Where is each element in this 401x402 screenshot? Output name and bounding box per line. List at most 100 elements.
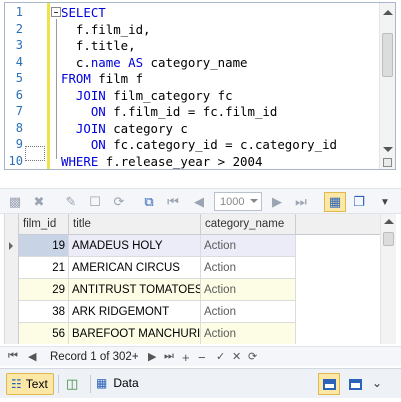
line-number: 3 bbox=[15, 38, 23, 52]
cell-title[interactable]: ARK RIDGEMONT bbox=[69, 301, 201, 323]
cell-category-name[interactable]: Action bbox=[201, 323, 296, 344]
table-row[interactable]: 19 AMADEUS HOLY Action bbox=[5, 235, 296, 257]
data-grid[interactable]: film_id title category_name 19 AMADEUS HO… bbox=[4, 214, 396, 344]
scroll-up-icon[interactable] bbox=[383, 10, 393, 15]
column-header-film-id[interactable]: film_id bbox=[19, 214, 69, 235]
grid-scroll-thumb[interactable] bbox=[383, 232, 394, 246]
sql-text: f.film_id = fc.film_id bbox=[105, 104, 278, 119]
next-page-icon[interactable]: ▶ bbox=[268, 193, 286, 211]
card-view-icon[interactable]: ❐ bbox=[350, 193, 368, 211]
split-editor-icon[interactable] bbox=[383, 158, 392, 167]
sql-keyword: ON bbox=[90, 137, 106, 152]
table-row[interactable]: 38 ARK RIDGEMONT Action bbox=[5, 301, 296, 323]
header-indicator bbox=[5, 214, 19, 235]
single-pane-layout-button[interactable] bbox=[344, 373, 366, 395]
cancel-record-icon[interactable]: ✕ bbox=[232, 350, 241, 363]
sql-text: f.title, bbox=[61, 38, 136, 53]
cell-title[interactable]: AMADEUS HOLY bbox=[69, 235, 201, 257]
sql-text: film f bbox=[90, 71, 144, 86]
cell-category-name[interactable]: Action bbox=[201, 301, 296, 323]
sql-text: fc.category_id = c.category_id bbox=[105, 137, 338, 152]
last-page-icon[interactable]: ⏭ bbox=[292, 193, 310, 211]
grid-toolbar: ▩ ✖ ✎ ☐ ⟳ ⧉ ⏮ ◀ 1000 ▶ ⏭ ▦ ❐ ▼ bbox=[0, 188, 401, 214]
cell-film-id[interactable]: 56 bbox=[19, 323, 69, 344]
code-line: f.title, bbox=[61, 39, 136, 53]
previous-page-icon[interactable]: ◀ bbox=[190, 193, 208, 211]
chevron-down-icon[interactable] bbox=[250, 199, 258, 203]
sql-keyword: FROM bbox=[61, 71, 91, 86]
fold-guide-line bbox=[56, 19, 57, 159]
refresh-icon[interactable]: ⟳ bbox=[248, 350, 257, 363]
cell-film-id[interactable]: 38 bbox=[19, 301, 69, 323]
sql-keyword: WHERE bbox=[61, 153, 99, 169]
previous-record-icon[interactable]: ◀ bbox=[28, 350, 36, 363]
split-horizontal-icon bbox=[322, 378, 336, 390]
grid-vertical-scrollbar[interactable] bbox=[380, 214, 396, 344]
first-record-icon[interactable]: ⏮ bbox=[8, 350, 18, 363]
sql-editor[interactable]: 1 2 3 4 5 6 7 8 9 10 SELECT f.film_id, f.title, c… bbox=[4, 2, 396, 170]
first-page-icon[interactable]: ⏮ bbox=[164, 193, 182, 211]
line-number: 6 bbox=[15, 87, 23, 102]
more-options-icon[interactable]: ▼ bbox=[376, 193, 394, 211]
cell-category-name[interactable]: Action bbox=[201, 279, 296, 301]
modified-lines-bar bbox=[47, 3, 50, 169]
scroll-up-icon[interactable] bbox=[384, 219, 394, 224]
column-header-title[interactable]: title bbox=[69, 214, 201, 235]
sql-keyword: JOIN bbox=[75, 120, 106, 136]
table-row[interactable]: 56BAREFOOT MANCHURIANAction bbox=[5, 323, 296, 344]
grid-view-icon[interactable]: ▦ bbox=[324, 192, 346, 212]
line-number: 4 bbox=[15, 54, 23, 69]
split-horizontal-layout-button[interactable] bbox=[318, 373, 340, 395]
fold-collapse-icon[interactable] bbox=[51, 7, 61, 17]
bottom-toolbar: ☷ Text ◫ ▦ Data ⌄ bbox=[0, 368, 401, 398]
cell-film-id[interactable]: 19 bbox=[19, 235, 69, 257]
next-record-icon[interactable]: ▶ bbox=[148, 350, 156, 363]
code-line: JOIN category c bbox=[61, 120, 188, 136]
single-pane-icon bbox=[348, 378, 362, 390]
sql-text: f.release_year > 2004 bbox=[98, 153, 263, 169]
text-view-button[interactable]: ☷ Text bbox=[6, 373, 54, 395]
cell-film-id[interactable]: 21 bbox=[19, 257, 69, 279]
line-number: 1 bbox=[15, 5, 23, 19]
line-number: 7 bbox=[15, 104, 23, 118]
code-line: ON f.film_id = fc.film_id bbox=[61, 104, 278, 119]
refresh-record-icon[interactable]: ⟳ bbox=[110, 193, 128, 211]
copy-records-icon[interactable]: ⧉ bbox=[140, 193, 158, 211]
sql-text: category_name bbox=[143, 54, 248, 70]
line-number: 2 bbox=[15, 21, 23, 36]
line-number: 10 bbox=[8, 153, 23, 168]
add-record-icon[interactable]: + bbox=[182, 350, 190, 365]
save-changes-icon[interactable]: ▩ bbox=[6, 193, 24, 211]
code-line: SELECT bbox=[61, 6, 106, 20]
cell-title[interactable]: ANTITRUST TOMATOES bbox=[69, 279, 201, 301]
last-record-icon[interactable]: ⏭ bbox=[164, 350, 174, 363]
table-row[interactable]: 29 ANTITRUST TOMATOES Action bbox=[5, 279, 296, 301]
toolbar-separator bbox=[90, 375, 91, 393]
chevron-down-icon[interactable]: ⌄ bbox=[372, 376, 382, 390]
cell-title[interactable]: BAREFOOT MANCHURIAN bbox=[69, 323, 201, 344]
cell-title[interactable]: AMERICAN CIRCUS bbox=[69, 257, 201, 279]
cell-category-name[interactable]: Action bbox=[201, 257, 296, 279]
cancel-changes-icon[interactable]: ✖ bbox=[30, 193, 48, 211]
column-header-category-name[interactable]: category_name bbox=[201, 214, 296, 235]
editor-vertical-scrollbar[interactable] bbox=[379, 3, 395, 169]
grid-data-icon[interactable]: ◫ bbox=[66, 376, 78, 392]
post-record-icon[interactable]: ☐ bbox=[86, 193, 104, 211]
sql-keyword: SELECT bbox=[61, 5, 106, 20]
data-view-button[interactable]: ▦ Data bbox=[96, 376, 139, 390]
code-line: JOIN film_category fc bbox=[61, 88, 233, 103]
sql-text: f.film_id, bbox=[61, 21, 151, 37]
code-line: FROM film f bbox=[61, 72, 143, 86]
cell-category-name[interactable]: Action bbox=[201, 235, 296, 257]
editor-scroll-thumb[interactable] bbox=[382, 33, 393, 77]
record-navigator: ⏮ ◀ Record 1 of 302+ ▶ ⏭ + − ✓ ✕ ⟳ bbox=[0, 346, 401, 366]
sql-keyword: ON bbox=[90, 104, 106, 119]
line-number: 5 bbox=[15, 71, 23, 85]
delete-record-icon[interactable]: − bbox=[198, 350, 206, 365]
cell-film-id[interactable]: 29 bbox=[19, 279, 69, 301]
grid-header: film_id title category_name bbox=[5, 214, 381, 235]
scroll-down-icon[interactable] bbox=[383, 147, 393, 152]
edit-record-icon[interactable]: ✎ bbox=[62, 193, 80, 211]
table-row[interactable]: 21 AMERICAN CIRCUS Action bbox=[5, 257, 296, 279]
post-record-icon[interactable]: ✓ bbox=[216, 350, 225, 363]
